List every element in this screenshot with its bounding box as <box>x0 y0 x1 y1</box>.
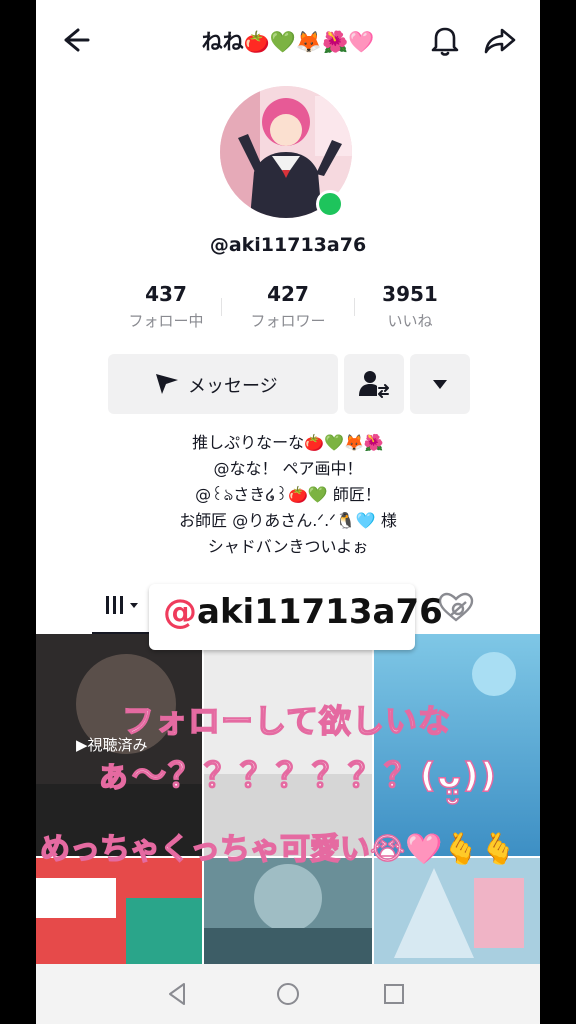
video-thumbnail[interactable] <box>36 858 202 964</box>
stats-row: 437 フォロー中 427 フォロワー 3951 いいね <box>106 282 470 342</box>
bio-line: 推しぷりなーな🍅💚🦊🌺 <box>192 433 384 452</box>
profile-bio: 推しぷりなーな🍅💚🦊🌺 @なな！ ペア画中！ @꒰ঌさき໒꒱🍅💚 師匠！ お師匠… <box>36 430 540 560</box>
friend-swap-icon <box>359 371 389 398</box>
profile-handle: @aki11713a76 <box>209 234 367 256</box>
sticker-handle: aki11713a76 <box>197 592 443 632</box>
page-title: ねね🍅💚🦊🌺🩷 <box>201 30 375 54</box>
bio-line: @なな！ ペア画中！ <box>213 459 363 478</box>
video-thumbnail[interactable] <box>204 858 372 964</box>
video-thumbnail[interactable]: ▶視聴済み <box>36 634 202 856</box>
video-thumbnail-image <box>204 634 372 856</box>
stat-label: いいね <box>387 312 433 330</box>
message-button[interactable]: メッセージ <box>108 354 338 414</box>
stat-divider <box>221 298 222 316</box>
caret-down-icon <box>433 380 447 389</box>
tab-videos[interactable] <box>92 582 152 634</box>
handle-sticker: @aki11713a76 <box>149 584 443 650</box>
video-thumbnail-image <box>36 858 202 964</box>
nav-back-icon[interactable] <box>162 978 194 1010</box>
stat-label: フォロワー <box>250 312 326 330</box>
bio-line: シャドバンきついよぉ <box>207 537 369 556</box>
add-friend-button[interactable] <box>344 354 404 414</box>
nav-home-icon[interactable] <box>272 978 304 1010</box>
nav-recents-icon[interactable] <box>378 978 410 1010</box>
video-thumbnail[interactable] <box>204 634 372 856</box>
handle-sticker-text: @aki11713a76 <box>163 592 443 632</box>
more-dropdown-button[interactable] <box>410 354 470 414</box>
video-thumbnail-image <box>204 858 372 964</box>
at-sign: @ <box>163 592 197 632</box>
video-thumbnail-image <box>374 634 540 856</box>
stat-followers[interactable]: 427 フォロワー <box>228 282 348 331</box>
video-grid: ▶視聴済み <box>36 634 540 964</box>
top-bar: ねね🍅💚🦊🌺🩷 <box>36 0 540 80</box>
stat-likes[interactable]: 3951 いいね <box>350 282 470 331</box>
stat-value: 427 <box>267 282 309 306</box>
online-status-dot <box>316 190 344 218</box>
stat-label: フォロー中 <box>128 312 204 330</box>
bell-icon[interactable] <box>428 22 462 58</box>
video-thumbnail-image <box>374 858 540 964</box>
bio-line: お師匠 @りあさん.ᐟ.ᐟ🐧🩵 様 <box>179 511 397 530</box>
video-thumbnail[interactable] <box>374 858 540 964</box>
overlay-caption: めっちゃくっちゃ可愛い😭🩷🫰🫰 <box>39 831 518 868</box>
overlay-caption: フォローして欲しいな <box>121 701 452 741</box>
video-thumbnail[interactable] <box>374 634 540 856</box>
profile-screen: ねね🍅💚🦊🌺🩷 @aki11713a76 437 フォロー中 427 フォロワー… <box>36 0 540 1024</box>
back-arrow-icon[interactable] <box>56 22 92 58</box>
stat-following[interactable]: 437 フォロー中 <box>106 282 226 331</box>
stat-value: 3951 <box>382 282 438 306</box>
system-nav-bar <box>36 964 540 1024</box>
grid-icon <box>106 596 138 614</box>
share-icon[interactable] <box>482 22 518 58</box>
send-icon <box>156 374 178 394</box>
stat-value: 437 <box>145 282 187 306</box>
message-button-label: メッセージ <box>188 376 278 397</box>
overlay-caption: ぁ〜？？？？？？？(ᴗ̤̮)) <box>95 755 498 797</box>
bio-line: @꒰ঌさき໒꒱🍅💚 師匠！ <box>195 485 381 504</box>
